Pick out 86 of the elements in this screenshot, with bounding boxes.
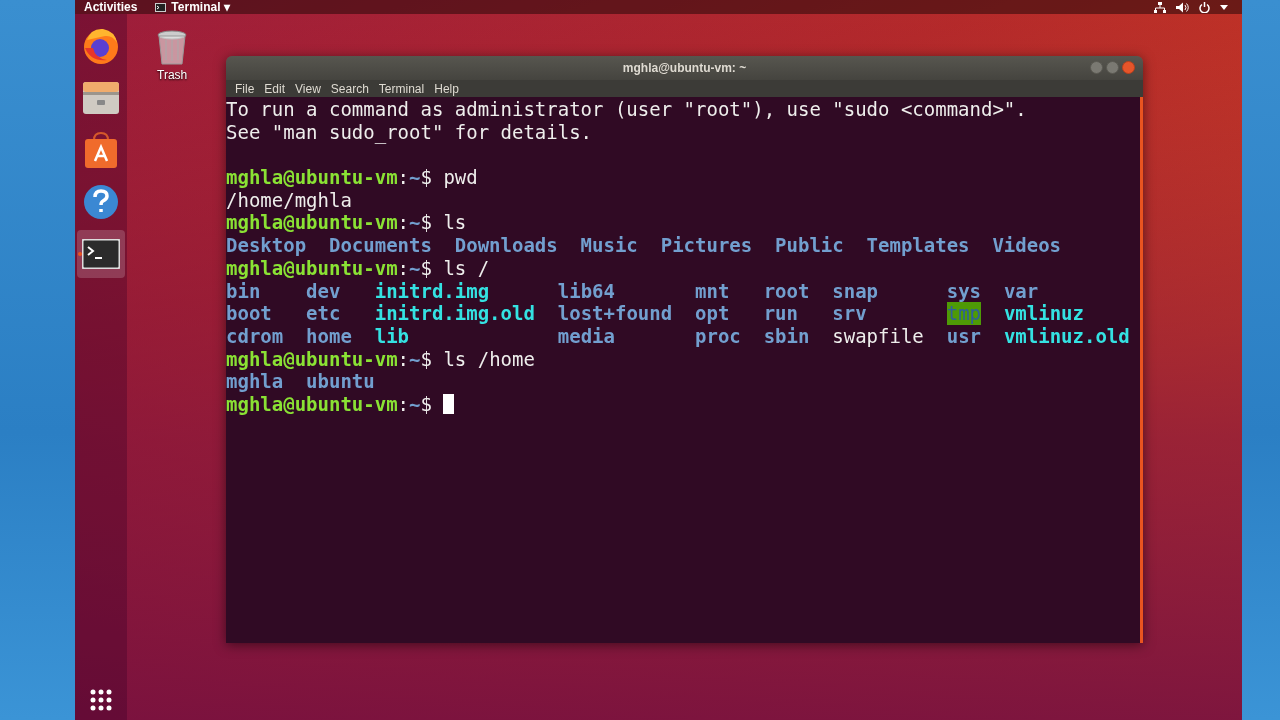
app-menu[interactable]: Terminal ▾ — [171, 0, 230, 14]
directory-name: sys — [946, 279, 981, 303]
link-name: lib — [374, 324, 411, 348]
directory-name: cdrom — [226, 324, 284, 348]
close-button[interactable] — [1122, 61, 1135, 74]
help-icon — [83, 184, 119, 220]
directory-name: usr — [946, 324, 981, 348]
directory-name: bin — [226, 279, 262, 303]
directory-name: Templates — [866, 234, 970, 257]
directory-name: root — [763, 279, 810, 303]
prompt-user: mghla@ubuntu-vm — [226, 166, 398, 189]
terminal-icon — [82, 239, 120, 269]
directory-name: tmp — [946, 302, 981, 325]
window-title: mghla@ubuntu-vm: ~ — [622, 61, 747, 75]
terminal-icon — [155, 2, 167, 12]
running-indicator — [78, 252, 82, 256]
terminal-text: : — [397, 256, 410, 279]
prompt-path: ~ — [409, 256, 421, 279]
directory-name: home — [306, 324, 352, 348]
link-name: initrd.img.old — [374, 302, 535, 325]
directory-name: dev — [306, 279, 342, 303]
link-name: vmlinuz — [1003, 302, 1085, 325]
prompt-user: mghla@ubuntu-vm — [226, 347, 398, 370]
terminal-text: : — [397, 211, 410, 234]
terminal-text: See "man sudo_root" for details. — [226, 120, 593, 143]
volume-icon — [1176, 1, 1189, 13]
menu-item[interactable]: Edit — [259, 81, 291, 96]
terminal-text: $ ls / — [420, 256, 490, 279]
caret-icon — [1220, 4, 1228, 10]
directory-name: lost+found — [557, 302, 673, 325]
directory-name: ubuntu — [306, 370, 375, 393]
directory-name: mnt — [695, 279, 731, 303]
terminal-text: /home/mghla — [226, 188, 352, 211]
directory-name: boot — [226, 302, 273, 325]
dock-item[interactable] — [77, 230, 125, 278]
directory-name: Videos — [992, 234, 1062, 257]
directory-name: srv — [832, 302, 868, 325]
text-cursor — [443, 394, 455, 414]
file-cabinet-icon — [82, 80, 120, 116]
prompt-user: mghla@ubuntu-vm — [226, 256, 398, 279]
directory-name: Documents — [328, 234, 432, 257]
directory-name: Downloads — [454, 234, 558, 257]
terminal-text: $ pwd — [420, 166, 478, 189]
terminal-text: : — [397, 393, 410, 415]
prompt-path: ~ — [409, 166, 421, 189]
power-icon — [1199, 1, 1210, 13]
directory-name: Desktop — [226, 234, 307, 257]
directory-name: Public — [775, 234, 844, 257]
directory-name: run — [763, 302, 799, 325]
terminal-text: To run a command as administrator (user "root"), use "sudo <command>". — [226, 98, 1027, 120]
menu-item[interactable]: File — [230, 81, 260, 96]
activities-button[interactable]: Activities — [84, 0, 138, 14]
menu-item[interactable]: Terminal — [373, 81, 430, 96]
menu-item[interactable]: View — [290, 81, 326, 96]
directory-name: etc — [306, 302, 342, 325]
terminal-text: $ ls — [420, 211, 467, 234]
link-name: vmlinuz.old — [1003, 324, 1130, 348]
terminal-text: : — [397, 166, 410, 189]
shopping-bag-icon — [83, 131, 119, 169]
prompt-path: ~ — [409, 211, 421, 234]
icon-label: Trash — [157, 68, 188, 82]
app-grid-icon[interactable] — [89, 688, 113, 712]
directory-name: opt — [695, 302, 731, 325]
terminal-text: $ ls /home — [420, 347, 535, 370]
trash-icon — [157, 30, 188, 66]
menu-item[interactable]: Help — [429, 81, 464, 96]
directory-name: media — [557, 324, 616, 348]
directory-name: sbin — [763, 324, 810, 348]
directory-name: Music — [580, 234, 638, 257]
menu-item[interactable]: Search — [325, 81, 374, 96]
directory-name: Pictures — [660, 234, 753, 257]
directory-name: snap — [832, 279, 880, 303]
directory-name: var — [1003, 279, 1040, 303]
prompt-user: mghla@ubuntu-vm — [226, 211, 398, 234]
directory-name: mghla — [226, 370, 284, 393]
link-name: initrd.img — [374, 279, 491, 303]
terminal-text: $ — [420, 393, 433, 415]
prompt-path: ~ — [409, 347, 421, 370]
prompt-user: mghla@ubuntu-vm — [226, 393, 398, 415]
terminal-text: : — [397, 347, 410, 370]
prompt-path: ~ — [409, 393, 421, 415]
directory-name: lib64 — [557, 279, 616, 303]
directory-name: proc — [695, 324, 741, 348]
network-icon — [1154, 1, 1166, 13]
firefox-icon — [81, 26, 121, 66]
terminal-text: swapfile — [832, 324, 924, 348]
